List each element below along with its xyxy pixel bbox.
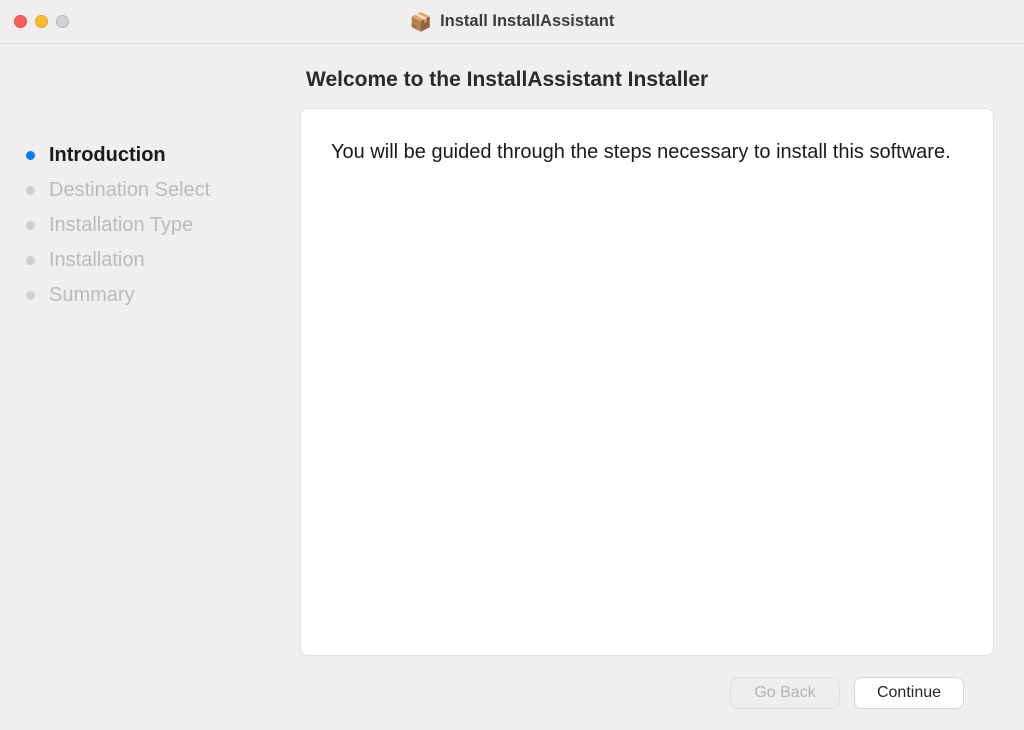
step-label: Installation [49,249,145,272]
installer-window: 📦 Install InstallAssistant Introduction … [0,0,1024,730]
step-summary: Summary [26,284,274,307]
panel-text: You will be guided through the steps nec… [331,139,951,166]
step-bullet-icon [26,221,35,230]
go-back-button: Go Back [730,677,840,709]
package-icon: 📦 [410,13,432,31]
step-bullet-icon [26,151,35,160]
step-bullet-icon [26,291,35,300]
step-introduction: Introduction [26,144,274,167]
continue-button[interactable]: Continue [854,677,964,709]
main-area: Welcome to the InstallAssistant Installe… [300,44,1024,730]
step-label: Installation Type [49,214,193,237]
step-label: Introduction [49,144,166,167]
step-label: Destination Select [49,179,210,202]
step-bullet-icon [26,256,35,265]
zoom-window-icon [56,15,69,28]
window-controls [14,15,69,28]
step-installation: Installation [26,249,274,272]
minimize-window-icon[interactable] [35,15,48,28]
step-bullet-icon [26,186,35,195]
titlebar: 📦 Install InstallAssistant [0,0,1024,44]
close-window-icon[interactable] [14,15,27,28]
window-title: 📦 Install InstallAssistant [0,12,1024,31]
step-installation-type: Installation Type [26,214,274,237]
window-title-text: Install InstallAssistant [440,12,614,31]
page-heading: Welcome to the InstallAssistant Installe… [306,68,994,92]
step-destination-select: Destination Select [26,179,274,202]
steps-list: Introduction Destination Select Installa… [26,144,274,307]
step-label: Summary [49,284,135,307]
steps-sidebar: Introduction Destination Select Installa… [0,44,300,730]
footer: Go Back Continue [300,656,994,730]
body: Introduction Destination Select Installa… [0,44,1024,730]
content-panel: You will be guided through the steps nec… [300,108,994,656]
